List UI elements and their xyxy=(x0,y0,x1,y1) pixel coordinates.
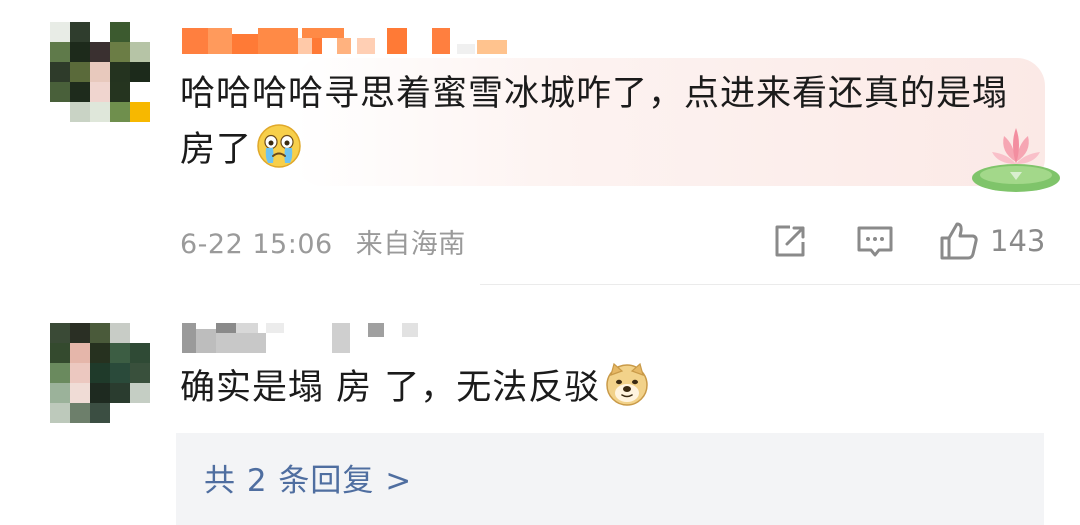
comment-location: 来自海南 xyxy=(355,229,466,260)
replies-panel[interactable]: 共 2 条回复 > xyxy=(176,433,1044,525)
like-count: 143 xyxy=(990,224,1046,258)
view-replies-link[interactable]: 共 2 条回复 > xyxy=(204,455,412,500)
comment-item: 确实是塌 房 了，无法反驳 共 2 条回复 > xyxy=(0,295,1080,525)
divider xyxy=(480,284,1080,285)
avatar[interactable] xyxy=(50,22,150,122)
crying-face-emoji xyxy=(256,123,302,169)
share-icon xyxy=(775,225,805,257)
reply-button[interactable] xyxy=(855,220,895,262)
share-button[interactable] xyxy=(770,220,810,262)
like-icon xyxy=(940,222,978,260)
like-button[interactable]: 143 xyxy=(938,220,1045,262)
comment-text: 确实是塌 房 了，无法反驳 xyxy=(180,360,880,416)
comment-meta: 6-22 15:06 来自海南 xyxy=(180,222,480,261)
comment-item: 哈哈哈哈寻思着蜜雪冰城咋了，点进来看还真的是塌房了 6-22 15:06 来自海… xyxy=(0,0,1080,285)
username-pixelated[interactable] xyxy=(182,323,422,357)
comment-icon xyxy=(857,226,893,257)
avatar[interactable] xyxy=(50,323,150,423)
username-pixelated[interactable] xyxy=(182,20,522,54)
comment-date: 6-22 15:06 xyxy=(180,229,333,260)
lotus-decoration-icon xyxy=(970,122,1062,194)
doge-emoji xyxy=(604,361,650,407)
comment-text: 哈哈哈哈寻思着蜜雪冰城咋了，点进来看还真的是塌房了 xyxy=(180,74,1009,170)
